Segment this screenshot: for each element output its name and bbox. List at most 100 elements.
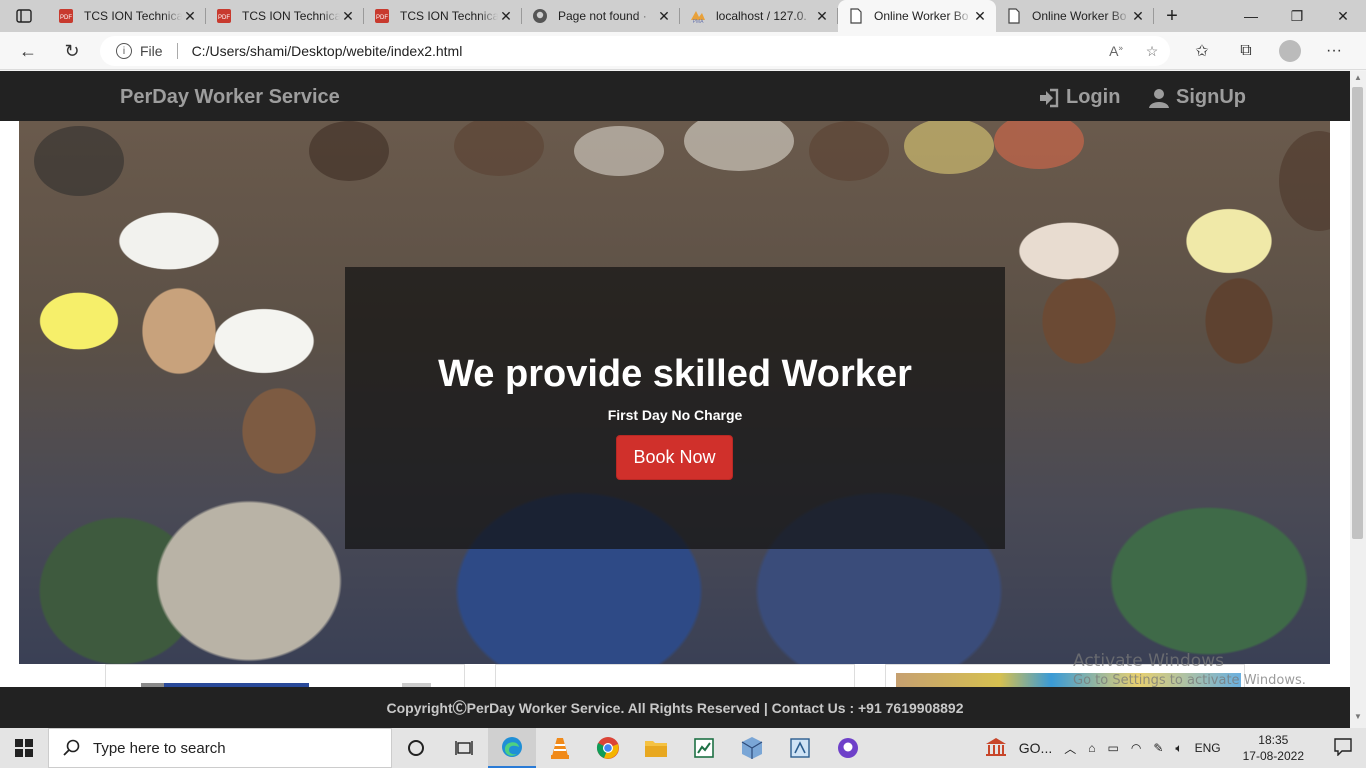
- system-tray: GO... ︿ ⌂ ▭ ◠ ✎ 🔈︎ ENG 18:35 17-08-2022: [979, 728, 1366, 768]
- svg-text:PDF: PDF: [376, 15, 388, 21]
- spreadsheet-app-icon[interactable]: [680, 728, 728, 768]
- hero-overlay-box: We provide skilled Worker First Day No C…: [345, 267, 1005, 549]
- close-tab-icon[interactable]: ✕: [340, 8, 356, 25]
- vlc-taskbar-icon[interactable]: [536, 728, 584, 768]
- browser-toolbar: ✩ ⧉ ···: [1180, 32, 1356, 70]
- browser-tab-active[interactable]: Online Worker Bo ✕: [838, 0, 996, 32]
- windows-logo-icon: [15, 739, 33, 757]
- collections-icon[interactable]: ⧉: [1224, 32, 1268, 70]
- plus-icon: +: [1166, 4, 1178, 27]
- restore-icon: ❐: [1290, 7, 1304, 24]
- address-bar[interactable]: i File C:/Users/shami/Desktop/webite/ind…: [100, 36, 1170, 66]
- more-options-icon[interactable]: ···: [1312, 32, 1356, 70]
- tab-actions-button[interactable]: [0, 0, 48, 32]
- minimize-button[interactable]: —: [1228, 0, 1274, 32]
- browser-tab[interactable]: PDF TCS ION Technica ✕: [206, 0, 364, 32]
- show-hidden-icons-icon[interactable]: ︿: [1058, 740, 1082, 757]
- restore-button[interactable]: ❐: [1274, 0, 1320, 32]
- close-tab-icon[interactable]: ✕: [814, 8, 830, 25]
- back-button[interactable]: ←: [6, 32, 50, 70]
- svg-text:PMA: PMA: [693, 19, 705, 24]
- site-brand[interactable]: PerDay Worker Service: [120, 86, 340, 109]
- browser-tab-strip: PDF TCS ION Technica ✕ PDF TCS ION Techn…: [0, 0, 1366, 32]
- refresh-button[interactable]: ↻: [50, 32, 94, 70]
- close-tab-icon[interactable]: ✕: [972, 8, 988, 25]
- task-view-icon[interactable]: [440, 728, 488, 768]
- svg-text:PDF: PDF: [60, 15, 72, 21]
- window-controls: — ❐ ✕: [1228, 0, 1366, 32]
- browser-tab[interactable]: Page not found · ✕: [522, 0, 680, 32]
- favorites-icon[interactable]: ✩: [1180, 32, 1224, 70]
- sql-app-icon[interactable]: [776, 728, 824, 768]
- taskbar-clock[interactable]: 18:35 17-08-2022: [1227, 732, 1320, 764]
- windows-taskbar: Type here to search GO... ︿ ⌂ ▭ ◠ ✎ 🔈︎ E…: [0, 728, 1366, 768]
- scrollbar-thumb[interactable]: [1352, 87, 1363, 539]
- wifi-icon[interactable]: ◠: [1125, 741, 1147, 755]
- virtualbox-icon[interactable]: [728, 728, 776, 768]
- tab-title: localhost / 127.0.: [716, 9, 807, 23]
- refresh-icon: ↻: [64, 40, 80, 61]
- pen-icon[interactable]: ✎: [1147, 741, 1169, 755]
- file-explorer-icon[interactable]: [632, 728, 680, 768]
- close-tab-icon[interactable]: ✕: [182, 8, 198, 25]
- profile-avatar[interactable]: [1279, 40, 1301, 62]
- tab-title: Online Worker Bo: [874, 9, 969, 23]
- tray-app-label[interactable]: GO...: [1013, 740, 1058, 756]
- svg-text:PDF: PDF: [218, 15, 230, 21]
- close-tab-icon[interactable]: ✕: [498, 8, 514, 25]
- address-bar-actions: A» ☆: [1098, 36, 1170, 66]
- activate-windows-watermark: Activate Windows Go to Settings to activ…: [1073, 651, 1306, 688]
- tab-title: TCS ION Technica: [242, 9, 340, 23]
- divider: [176, 43, 178, 59]
- add-favorite-icon[interactable]: ☆: [1134, 43, 1170, 60]
- close-tab-icon[interactable]: ✕: [656, 8, 672, 25]
- close-window-button[interactable]: ✕: [1320, 0, 1366, 32]
- close-icon: ✕: [1337, 7, 1349, 24]
- cortana-icon[interactable]: [392, 728, 440, 768]
- page-icon: [850, 8, 862, 24]
- login-link[interactable]: Login: [1038, 86, 1120, 109]
- tray-app-icon[interactable]: [979, 737, 1013, 760]
- edge-taskbar-icon[interactable]: [488, 728, 536, 768]
- browser-tab[interactable]: PMA localhost / 127.0. ✕: [680, 0, 838, 32]
- hero-subtitle: First Day No Charge: [607, 407, 743, 423]
- scroll-down-icon[interactable]: ▼: [1350, 712, 1366, 726]
- clock-time: 18:35: [1258, 733, 1289, 747]
- phpmyadmin-icon: PMA: [691, 11, 705, 24]
- login-icon: [1040, 88, 1059, 107]
- browser-tab[interactable]: Online Worker Bo ✕: [996, 0, 1154, 32]
- info-icon[interactable]: i: [116, 43, 132, 59]
- github-desktop-icon[interactable]: [824, 728, 872, 768]
- close-tab-icon[interactable]: ✕: [1130, 8, 1146, 25]
- tab-title: Online Worker Bo: [1032, 9, 1127, 23]
- minimize-icon: —: [1244, 8, 1258, 24]
- search-placeholder: Type here to search: [93, 739, 226, 757]
- url-text[interactable]: C:/Users/shami/Desktop/webite/index2.htm…: [192, 43, 463, 59]
- volume-icon[interactable]: 🔈︎: [1169, 741, 1188, 756]
- notifications-icon[interactable]: [1320, 737, 1366, 759]
- browser-tab[interactable]: PDF TCS ION Technica ✕: [364, 0, 522, 32]
- start-button[interactable]: [0, 728, 48, 768]
- site-footer: CopyrightⒸPerDay Worker Service. All Rig…: [0, 687, 1350, 728]
- pdf-icon: PDF: [375, 9, 389, 23]
- scheme-label: File: [140, 43, 163, 59]
- user-icon: [1149, 88, 1169, 108]
- pdf-icon: PDF: [59, 9, 73, 23]
- taskbar-search-box[interactable]: Type here to search: [48, 728, 392, 768]
- scroll-up-icon[interactable]: ▲: [1350, 73, 1366, 87]
- site-navbar: PerDay Worker Service Login SignUp: [0, 71, 1350, 121]
- signup-link[interactable]: SignUp: [1148, 86, 1246, 109]
- network-icon[interactable]: ⌂: [1082, 741, 1101, 755]
- github-icon: [533, 9, 547, 23]
- read-aloud-icon[interactable]: A»: [1098, 43, 1134, 59]
- new-tab-button[interactable]: +: [1154, 0, 1190, 32]
- tab-title: TCS ION Technica: [84, 9, 182, 23]
- chrome-taskbar-icon[interactable]: [584, 728, 632, 768]
- tab-actions-icon: [16, 9, 32, 23]
- page-scrollbar[interactable]: ▲ ▼: [1350, 71, 1366, 728]
- page-viewport: PerDay Worker Service Login SignUp We pr…: [0, 71, 1350, 728]
- language-indicator[interactable]: ENG: [1189, 741, 1227, 755]
- browser-tab[interactable]: PDF TCS ION Technica ✕: [48, 0, 206, 32]
- battery-icon[interactable]: ▭: [1102, 741, 1125, 755]
- book-now-button[interactable]: Book Now: [616, 435, 733, 480]
